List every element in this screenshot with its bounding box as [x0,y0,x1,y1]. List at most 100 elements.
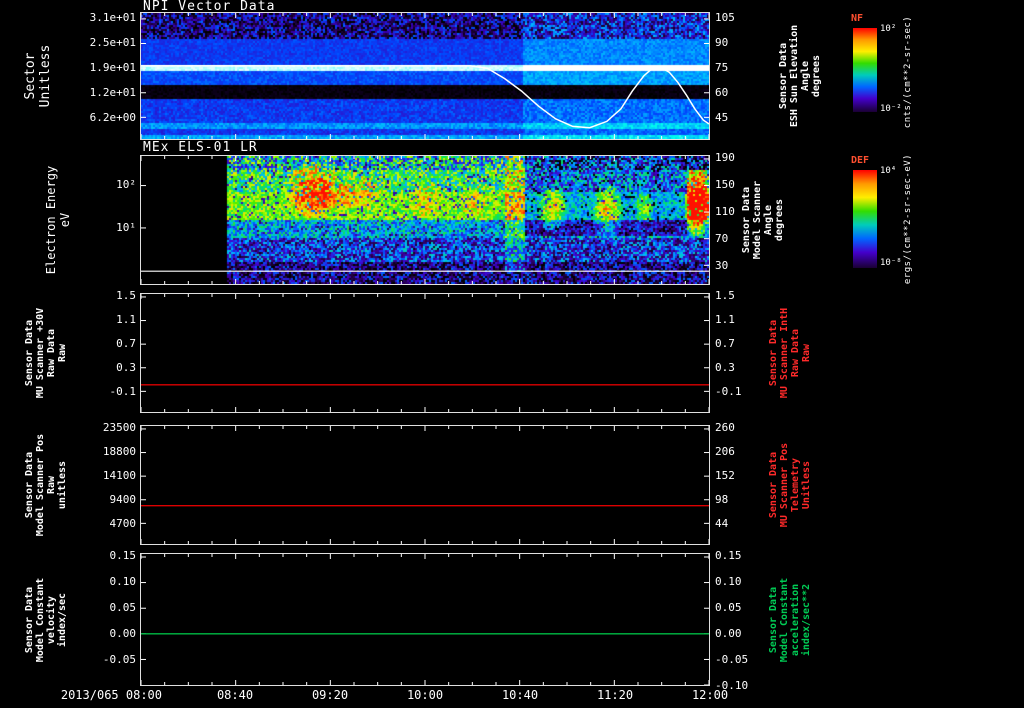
panel-model-constant-velocity [140,553,710,686]
y-axis-right-label: Sensor Data MU Scanner IntH Raw Data Raw [768,308,812,398]
axis-label-line: MU Scanner +30V [35,307,46,399]
y-axis-tick-label: 0.3 [116,361,136,374]
nf-colorbar-max-tick: 10² [880,24,897,34]
axis-label-line: Angle [800,60,811,92]
axis-label-line: Angle [763,204,774,236]
axis-label-line: Sensor Data [778,42,789,110]
def-colorbar-title: DEF [851,155,870,166]
axis-label-line: unitless [57,460,68,510]
axis-label-line: Model Scanner [752,180,763,260]
panel-overlay [141,554,709,685]
panel-els-spectrogram [140,155,710,285]
x-axis-tick-label: 09:20 [311,688,349,702]
y-axis-tick-label: -0.05 [102,653,136,667]
y-axis-tick-label: 0.05 [109,601,137,615]
panel-overlay [141,426,709,544]
def-colorbar-min-tick: 10⁻⁸ [880,258,902,268]
y-axis-left-label: Sensor Data MU Scanner +30V Raw Data Raw [24,308,68,398]
y-axis-tick-label: 190 [715,150,735,164]
y-axis-tick-label: 30 [715,259,729,273]
axis-label-line: Sector [23,52,38,100]
y-axis-left-label: Sector Unitless [23,45,53,108]
y-axis-tick-label: 4700 [109,517,137,530]
axis-label-line: Unitless [801,460,812,510]
y-axis-tick-label: 6.2e+00 [89,110,136,124]
overlay-line [141,65,709,129]
axis-label-line: Model Constant [35,577,46,662]
y-axis-left-label: Sensor Data Model Constant velocity index/s… [24,577,68,661]
y-axis-right-label: Sensor Data MU Scanner Pos Telemetry Unitle… [768,443,812,527]
x-axis-tick-label: 11:20 [596,688,634,702]
axis-label-line: Model Constant [779,577,790,662]
y-axis-tick-label: 1.9e+01 [89,60,136,74]
x-axis-tick-label: 10:00 [406,688,444,702]
y-axis-tick-label: 90 [715,35,729,49]
axis-label-line: index/sec**2 [801,583,812,656]
tick-marks [141,426,709,544]
nf-colorbar-title: NF [851,13,864,24]
tick-marks [141,156,709,284]
axis-label-line: Sensor Data [768,586,779,653]
axis-label-line: Raw Data [46,328,57,378]
axis-label-line: Electron Energy [44,165,58,275]
nf-colorbar-min-tick: 10⁻² [880,104,902,114]
axis-label-line: degrees [811,54,822,98]
y-axis-right-label: Sensor Data Model Scanner Angle degrees [741,181,785,259]
els-panel-title: MEx ELS-01 LR [143,140,258,155]
y-axis-tick-label: 60 [715,86,729,100]
axis-label-line: Raw [57,343,68,363]
axis-label-line: acceleration [790,583,801,656]
y-axis-tick-label: 0.15 [109,549,137,563]
panel-overlay [141,156,709,284]
axis-label-line: MU Scanner Pos [779,442,790,528]
y-axis-tick-label: 45 [715,110,729,124]
panel-npi-spectrogram [140,12,710,140]
axis-label-line: index/sec [57,592,68,647]
y-axis-tick-label: 9400 [109,493,137,506]
y-axis-tick-label: -0.1 [109,385,137,398]
axis-label-line: degrees [774,198,785,242]
axis-label-line: Raw [46,475,57,495]
axis-label-line: Unitless [38,44,53,108]
panel-model-scanner-pos [140,425,710,545]
y-axis-tick-label: 260 [715,421,735,434]
y-axis-tick-label: 14100 [102,469,136,482]
axis-label-line: Sensor Data [24,451,35,519]
x-axis-first-label: 2013/065 08:00 [60,688,162,702]
y-axis-tick-label: 0.15 [715,549,742,563]
y-axis-tick-label: 3.1e+01 [89,11,136,25]
y-axis-tick-label: 18800 [102,445,136,458]
tick-marks [141,554,709,685]
axis-label-line: Raw [801,343,812,363]
x-axis-tick-label: 08:40 [216,688,254,702]
panel-mu-scanner-30v [140,293,710,413]
tick-marks [141,294,709,412]
nf-colorbar-units: cnts/(cm**2-sr-sec) [903,15,913,129]
axis-label-line: velocity [46,595,57,644]
panel-overlay [141,13,709,139]
panel-overlay [141,294,709,412]
y-axis-right-label: Sensor Data ESH Sun Elevation Angle degrees [778,25,822,127]
y-axis-tick-label: 1.1 [116,313,136,326]
y-axis-right-label: Sensor Data Model Constant acceleration ind… [768,577,812,661]
def-colorbar [853,170,877,268]
def-colorbar-max-tick: 10⁴ [880,166,897,176]
y-axis-tick-label: 2.5e+01 [89,35,136,49]
x-axis-tick-label: 10:40 [501,688,539,702]
axis-label-line: Telemetry [790,457,801,513]
y-axis-tick-label: 1.5 [116,289,136,302]
axis-label-line: Sensor Data [768,451,779,519]
y-axis-tick-label: 1.5 [715,289,735,302]
axis-label-line: Sensor Data [24,319,35,387]
y-axis-tick-label: 1.2e+01 [89,86,136,100]
y-axis-tick-label: 75 [715,60,729,74]
axis-label-line: Sensor Data [741,186,752,254]
y-axis-tick-label: 0.10 [109,574,137,588]
y-axis-tick-label: 23500 [102,421,136,434]
x-axis-tick-label: 12:00 [691,688,729,702]
y-axis-tick-label: 0.7 [116,337,136,350]
axis-label-line: ESH Sun Elevation [789,24,800,128]
axis-label-line: Raw Data [790,328,801,378]
y-axis-tick-label: 105 [715,11,735,25]
axis-label-line: Sensor Data [768,319,779,387]
